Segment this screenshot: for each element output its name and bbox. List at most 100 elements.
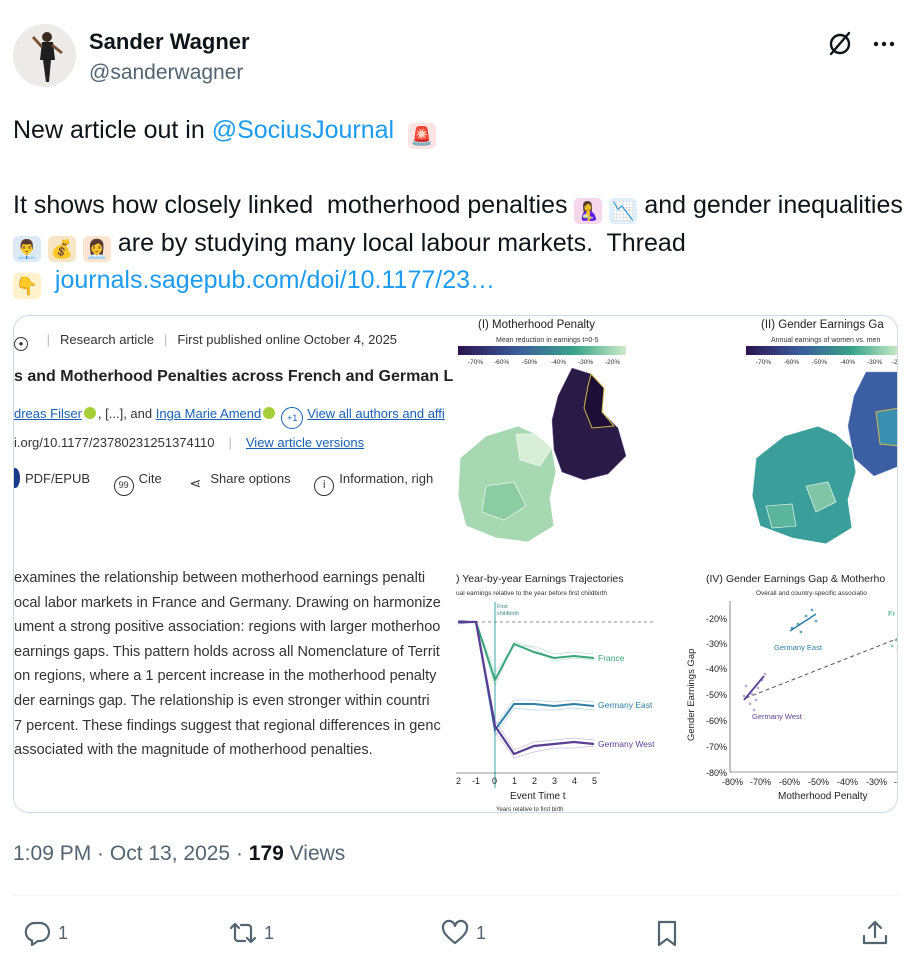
article-versions-link[interactable]: View article versions	[246, 435, 364, 450]
information-button[interactable]: i Information, righ	[314, 471, 433, 496]
tweet-header: Sander Wagner @sanderwagner	[13, 24, 908, 88]
panel2-title: (II) Gender Earnings Ga	[761, 319, 884, 331]
svg-text:-70%: -70%	[756, 359, 771, 366]
label-france: France	[598, 653, 625, 663]
tweet-intro: New article out in	[13, 116, 212, 144]
tweet-text: New article out in @SociusJournal 🚨 It s…	[13, 112, 903, 300]
panel4-east-fit	[789, 613, 817, 632]
action-bar: 1 1 1	[0, 910, 921, 956]
svg-text:0: 0	[492, 776, 497, 786]
svg-text:-30%: -30%	[866, 777, 887, 787]
panel4-label-west: Germany West	[752, 712, 803, 721]
reply-button[interactable]: 1	[22, 918, 68, 948]
author-name[interactable]: Sander Wagner	[89, 29, 250, 55]
panel4-subtitle: Overall and country-specific associatio	[756, 590, 867, 597]
author-handle[interactable]: @sanderwagner	[89, 61, 243, 85]
panel3-subtitle: ual earnings relative to the year before…	[456, 590, 607, 597]
svg-text:2: 2	[532, 776, 537, 786]
retweet-icon	[229, 922, 257, 944]
svg-text:-50%: -50%	[706, 690, 727, 700]
article-doi: i.org/10.1177/23780231251374110	[14, 435, 215, 450]
quote-icon: 99	[113, 476, 134, 496]
article-meta: ● | Research article | First published onli…	[14, 332, 397, 351]
article-type: Research article	[60, 332, 154, 347]
pdf-icon	[14, 468, 20, 488]
more-icon[interactable]	[870, 30, 898, 58]
repost-button[interactable]: 1	[228, 918, 274, 948]
media-image[interactable]: ● | Research article | First published onli…	[13, 315, 898, 813]
share-options-button[interactable]: ⋖ Share options	[185, 471, 291, 495]
grok-icon[interactable]	[826, 29, 854, 57]
cite-button[interactable]: 99 Cite	[113, 471, 162, 496]
money-bag-emoji: 💰	[47, 235, 76, 262]
svg-text:-20%: -20%	[605, 359, 620, 366]
svg-text:-60%: -60%	[784, 359, 799, 366]
svg-text:-50%: -50%	[808, 777, 829, 787]
author-link-2[interactable]: Inga Marie Amend	[156, 406, 262, 421]
label-germany-east: Germany East	[598, 700, 653, 710]
panel1-colorbar	[458, 346, 626, 355]
svg-text:-40%: -40%	[551, 359, 566, 366]
article-link[interactable]: journals.sagepub.com/doi/10.1177/23…	[55, 266, 495, 294]
mother-emoji: 🤱	[574, 198, 603, 224]
orcid-icon	[83, 407, 96, 419]
panel2-colorbar	[746, 346, 897, 355]
figure-panels: (I) Motherhood Penalty Mean reduction in…	[456, 316, 898, 813]
panel4-overall-fit	[745, 638, 897, 699]
svg-text:-30%: -30%	[578, 359, 593, 366]
share-button[interactable]	[860, 918, 896, 948]
heart-icon	[441, 919, 469, 945]
svg-text:4: 4	[572, 776, 577, 786]
article-screenshot: ● | Research article | First published onli…	[14, 316, 456, 812]
panel4-label-east: Germany East	[774, 643, 823, 652]
panel1-title: (I) Motherhood Penalty	[478, 319, 595, 331]
article-published: First published online October 4, 2025	[177, 332, 398, 347]
mention-link[interactable]: @SociusJournal	[212, 116, 394, 144]
authors-ellipsis: , [...], and	[97, 406, 156, 421]
germany-west-line	[458, 620, 595, 756]
avatar[interactable]	[13, 24, 76, 87]
svg-text:-70%: -70%	[468, 359, 483, 366]
all-authors-link[interactable]: View all authors and affi	[307, 406, 445, 421]
svg-text:-2: -2	[892, 359, 898, 366]
like-count: 1	[476, 922, 487, 943]
woman-worker-emoji: 👩‍💼	[82, 235, 111, 262]
svg-text:childbirth: childbirth	[497, 611, 519, 617]
reply-icon	[24, 921, 51, 947]
man-worker-emoji: 👨‍💼	[13, 235, 41, 262]
svg-text:-40%: -40%	[837, 777, 858, 787]
svg-text:-60%: -60%	[494, 359, 509, 366]
author-link-1[interactable]: dreas Filser	[14, 406, 82, 421]
views-count: 179	[248, 842, 284, 865]
more-authors-badge[interactable]: +1	[281, 407, 304, 429]
svg-text:-1: -1	[472, 776, 480, 786]
svg-text:-70%: -70%	[750, 777, 771, 787]
divider	[13, 895, 898, 896]
tweet-body-1: It shows how closely linked motherhood p…	[13, 191, 575, 219]
bookmark-icon	[657, 920, 677, 947]
panel4-label-france: Fr	[888, 609, 896, 618]
svg-text:First: First	[497, 604, 508, 610]
panel4-title: (IV) Gender Earnings Gap & Motherho	[706, 573, 885, 585]
label-germany-west: Germany West	[598, 739, 655, 749]
reply-count: 1	[58, 922, 69, 943]
svg-text:2: 2	[456, 776, 461, 786]
like-button[interactable]: 1	[440, 918, 486, 948]
svg-text:-40%: -40%	[706, 664, 727, 674]
svg-text:-20%: -20%	[706, 614, 727, 624]
svg-text:-2: -2	[894, 777, 898, 787]
svg-text:-40%: -40%	[840, 359, 855, 366]
siren-emoji: 🚨	[408, 123, 437, 149]
repost-count: 1	[264, 922, 275, 943]
panel4-west-fit	[743, 675, 765, 701]
pdf-button[interactable]: PDF/EPUB	[14, 468, 90, 488]
panel4-xlabel: Motherhood Penalty	[778, 791, 868, 802]
panel3-xsublabel: Years relative to first birth	[496, 807, 563, 813]
panel4-ylabel: Gender Earnings Gap	[686, 649, 697, 741]
tweet-timestamp[interactable]: 1:09 PM · Oct 13, 2025 · 179 Views	[13, 842, 345, 866]
svg-text:3: 3	[552, 776, 557, 786]
svg-text:-30%: -30%	[706, 639, 727, 649]
chart-down-emoji: 📉	[609, 198, 638, 224]
article-abstract: examines the relationship between mother…	[14, 570, 441, 759]
bookmark-button[interactable]	[652, 918, 688, 948]
